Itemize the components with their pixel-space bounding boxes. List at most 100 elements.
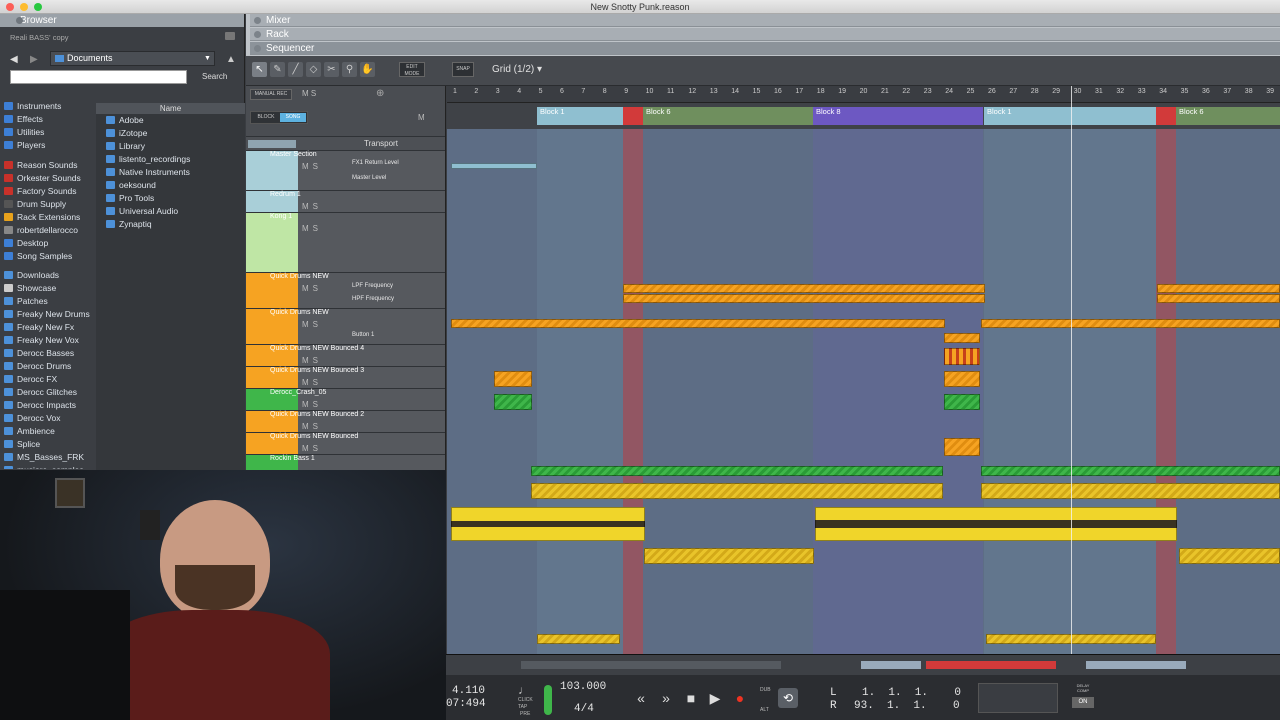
list-item[interactable]: Freaky New Vox	[4, 334, 98, 347]
tempo-display[interactable]: 103.000	[560, 681, 606, 693]
note-clip[interactable]	[981, 483, 1280, 499]
track-redrum[interactable]: Redrum 1 MS	[246, 190, 445, 212]
list-item[interactable]: Players	[4, 139, 94, 152]
list-item[interactable]: Ambience	[4, 425, 98, 438]
block-clip[interactable]: Block 1	[537, 107, 623, 125]
list-item[interactable]: Downloads	[4, 269, 98, 282]
pencil-tool-icon[interactable]: ✎	[270, 62, 285, 77]
track-crash[interactable]: Derocc_Crash_05 MS	[246, 388, 445, 410]
name-column-header[interactable]: Name	[96, 103, 245, 114]
note-clip[interactable]	[494, 394, 532, 410]
list-item[interactable]: Zynaptiq	[106, 218, 245, 231]
list-item[interactable]: musiore_samples	[4, 464, 98, 469]
manual-rec-button[interactable]: MANUAL REC	[250, 89, 292, 100]
search-input[interactable]	[10, 70, 187, 84]
list-item[interactable]: Factory Sounds	[4, 185, 94, 198]
note-clip[interactable]	[981, 466, 1280, 476]
note-clip[interactable]	[531, 466, 943, 476]
list-item[interactable]: MS_Basses_FRK	[4, 451, 98, 464]
ruler[interactable]: 1 2 3 4 5 6 7 8 9 10 11 12 13 14 15 16 17 18 19 20 21 22 23 24 2…	[447, 86, 1280, 103]
note-clip[interactable]	[944, 394, 980, 410]
track-quick-drums[interactable]: Quick Drums NEW MS LPF Frequency HPF Frequ…	[246, 272, 445, 308]
transport-track[interactable]: Transport	[246, 136, 445, 150]
alt-button[interactable]: ALT	[760, 707, 769, 713]
fast-forward-button[interactable]: »	[655, 687, 677, 709]
track-quick-drums-2[interactable]: Quick Drums NEW MS Button 1	[246, 308, 445, 344]
time-display[interactable]: 07:494	[446, 698, 486, 710]
track-bounced[interactable]: Quick Drums NEW Bounced MS	[246, 432, 445, 454]
left-locator-display[interactable]: 1. 1. 1. 0	[862, 687, 961, 699]
folder-icon[interactable]	[225, 32, 235, 40]
list-item[interactable]: Instruments	[4, 100, 94, 113]
note-clip[interactable]	[981, 319, 1280, 328]
list-item[interactable]: Patches	[4, 295, 98, 308]
record-button[interactable]: ●	[729, 687, 751, 709]
list-item[interactable]: Orkester Sounds	[4, 172, 94, 185]
song-position-marker[interactable]	[1071, 86, 1072, 654]
close-window-icon[interactable]	[6, 3, 14, 11]
track-bounced-3[interactable]: Quick Drums NEW Bounced 3 MS	[246, 366, 445, 388]
list-item[interactable]: Utilities	[4, 126, 94, 139]
stop-button[interactable]: ■	[680, 687, 702, 709]
note-clip[interactable]	[1157, 294, 1280, 303]
automation-clip[interactable]	[451, 163, 537, 169]
list-item[interactable]: Derocc Drums	[4, 360, 98, 373]
browser-header[interactable]: Browser	[0, 14, 244, 27]
list-item[interactable]: Derocc Glitches	[4, 386, 98, 399]
delay-comp-on-button[interactable]: ON	[1072, 697, 1094, 708]
edit-mode-button[interactable]: EDIT MODE	[399, 62, 425, 77]
track-bounced-2[interactable]: Quick Drums NEW Bounced 2 MS	[246, 410, 445, 432]
list-item[interactable]: iZotope	[106, 127, 245, 140]
list-item[interactable]: Derocc Basses	[4, 347, 98, 360]
note-clip[interactable]	[623, 294, 985, 303]
tab-sequencer[interactable]: Sequencer	[250, 42, 1280, 55]
click-level-meter[interactable]	[544, 685, 552, 715]
hand-tool-icon[interactable]: ✋	[360, 62, 375, 77]
list-item[interactable]: Freaky New Fx	[4, 321, 98, 334]
block-clip[interactable]: Block 6	[1176, 107, 1280, 125]
rewind-button[interactable]: «	[630, 687, 652, 709]
signature-display[interactable]: 4/4	[574, 703, 594, 715]
list-item[interactable]: Universal Audio	[106, 205, 245, 218]
note-clip[interactable]	[944, 371, 980, 387]
block-button[interactable]: BLOCK	[253, 113, 279, 122]
minimize-window-icon[interactable]	[20, 3, 28, 11]
search-button[interactable]: Search	[202, 72, 227, 81]
song-button[interactable]: SONG	[280, 113, 306, 122]
dub-button[interactable]: DUB	[760, 687, 771, 693]
track-kong[interactable]: Kong 1 MS	[246, 212, 445, 272]
track-master-section[interactable]: Master Section MS FX1 Return Level Master …	[246, 150, 445, 190]
grid-select[interactable]: Grid (1/2) ▾	[492, 64, 542, 75]
position-display[interactable]: 4.110	[452, 685, 485, 697]
list-item[interactable]: Freaky New Drums	[4, 308, 98, 321]
note-clip[interactable]	[1157, 284, 1280, 293]
list-item[interactable]: robertdellarocco	[4, 224, 94, 237]
tab-mixer[interactable]: Mixer	[250, 14, 1280, 27]
zoom-window-icon[interactable]	[34, 3, 42, 11]
list-item[interactable]: Rack Extensions	[4, 211, 94, 224]
list-item[interactable]: Adobe	[106, 114, 245, 127]
list-item[interactable]: Song Samples	[4, 250, 94, 263]
block-song-switch[interactable]: BLOCK SONG	[250, 111, 308, 124]
list-item[interactable]: Derocc FX	[4, 373, 98, 386]
list-item[interactable]: Derocc Impacts	[4, 399, 98, 412]
song-navigator[interactable]	[446, 655, 1280, 675]
add-track-icon[interactable]: ⊕	[376, 88, 384, 99]
note-clip[interactable]	[944, 348, 980, 365]
list-item[interactable]: Showcase	[4, 282, 98, 295]
tab-rack[interactable]: Rack	[250, 28, 1280, 41]
note-clip[interactable]	[944, 333, 980, 343]
note-clip[interactable]	[1179, 548, 1280, 564]
list-item[interactable]: Desktop	[4, 237, 94, 250]
audio-clip[interactable]	[815, 507, 1177, 541]
note-clip[interactable]	[944, 438, 980, 456]
note-clip[interactable]	[531, 483, 943, 499]
block-lane[interactable]: Block 1 Block 6 Block 8 Block 1 Block 6	[447, 103, 1280, 129]
note-clip[interactable]	[451, 319, 945, 328]
block-clip[interactable]: Block 8	[813, 107, 983, 125]
block-clip[interactable]	[1156, 107, 1176, 125]
track-bounced-4[interactable]: Quick Drums NEW Bounced 4 MS	[246, 344, 445, 366]
list-item[interactable]: oeksound	[106, 179, 245, 192]
back-arrow-icon[interactable]: ◀	[10, 54, 18, 65]
note-clip[interactable]	[494, 371, 532, 387]
